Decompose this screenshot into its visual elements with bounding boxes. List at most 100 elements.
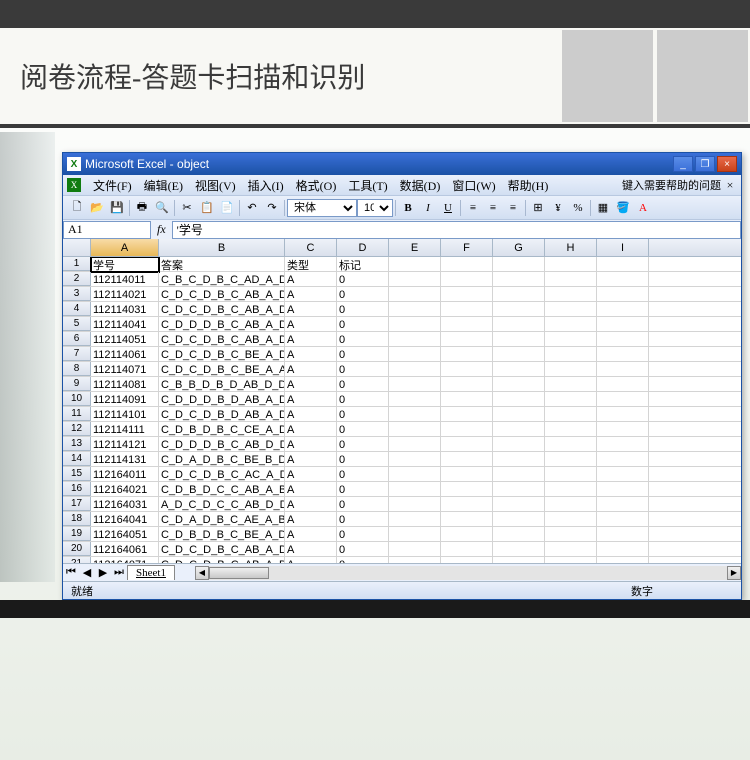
row-header[interactable]: 3 xyxy=(63,287,91,301)
cell[interactable]: A xyxy=(285,347,337,362)
cell[interactable]: 112114131 xyxy=(91,452,159,467)
cell[interactable] xyxy=(441,272,493,287)
cell[interactable]: 0 xyxy=(337,527,389,542)
row-header[interactable]: 4 xyxy=(63,302,91,316)
cell[interactable] xyxy=(389,512,441,527)
cell[interactable]: A xyxy=(285,362,337,377)
cell[interactable] xyxy=(597,497,649,512)
cell[interactable]: A xyxy=(285,452,337,467)
cell[interactable]: C_D_B_D_C_C_AB_A_B_B xyxy=(159,482,285,497)
align-right-icon[interactable]: ≡ xyxy=(504,199,522,217)
cell[interactable]: 112164041 xyxy=(91,512,159,527)
cell[interactable] xyxy=(545,332,597,347)
cell[interactable]: 0 xyxy=(337,497,389,512)
cell[interactable]: 0 xyxy=(337,557,389,563)
cell[interactable] xyxy=(441,317,493,332)
cell[interactable] xyxy=(597,362,649,377)
cell[interactable]: A_D_C_D_C_C_AB_D_D_B xyxy=(159,497,285,512)
cell[interactable] xyxy=(493,287,545,302)
cell[interactable] xyxy=(597,527,649,542)
cell[interactable] xyxy=(545,467,597,482)
cell[interactable]: 答案 xyxy=(159,257,285,272)
cell[interactable]: 0 xyxy=(337,392,389,407)
cell[interactable]: 112114011 xyxy=(91,272,159,287)
cell[interactable] xyxy=(545,347,597,362)
row-header[interactable]: 11 xyxy=(63,407,91,421)
menu-item[interactable]: 文件(F) xyxy=(87,178,138,194)
cell[interactable] xyxy=(389,302,441,317)
cell[interactable]: C_D_C_D_B_C_AB_A_D_D xyxy=(159,287,285,302)
fx-label[interactable]: fx xyxy=(151,222,172,237)
cell[interactable]: A xyxy=(285,332,337,347)
cell[interactable] xyxy=(545,392,597,407)
cell[interactable]: C_D_B_D_B_C_BE_A_D_B xyxy=(159,527,285,542)
cell[interactable] xyxy=(441,497,493,512)
cell[interactable] xyxy=(389,272,441,287)
cell[interactable] xyxy=(493,497,545,512)
cell[interactable] xyxy=(597,467,649,482)
cell[interactable]: 0 xyxy=(337,362,389,377)
cell[interactable]: 112114091 xyxy=(91,392,159,407)
fill-color-icon[interactable]: 🪣 xyxy=(614,199,632,217)
cell[interactable] xyxy=(389,482,441,497)
cell[interactable]: 学号 xyxy=(91,257,159,272)
cell[interactable]: 0 xyxy=(337,347,389,362)
cell[interactable]: A xyxy=(285,527,337,542)
help-search-label[interactable]: 键入需要帮助的问题 xyxy=(622,177,721,193)
undo-icon[interactable]: ↶ xyxy=(243,199,261,217)
cell[interactable]: 112114051 xyxy=(91,332,159,347)
cell[interactable]: C_D_C_D_B_C_AB_A_D_B xyxy=(159,332,285,347)
print-icon[interactable]: 🖶 xyxy=(133,199,151,217)
cell[interactable]: 0 xyxy=(337,437,389,452)
cell[interactable]: 112164031 xyxy=(91,497,159,512)
cell[interactable] xyxy=(597,422,649,437)
hscroll-right-arrow-icon[interactable]: ▶ xyxy=(727,566,741,580)
cell[interactable] xyxy=(545,257,597,272)
column-header[interactable]: E xyxy=(389,239,441,256)
column-header[interactable]: C xyxy=(285,239,337,256)
cell[interactable] xyxy=(545,512,597,527)
cell[interactable] xyxy=(545,287,597,302)
sheet-tab-sheet1[interactable]: Sheet1 xyxy=(127,565,175,580)
cell[interactable] xyxy=(493,272,545,287)
cell[interactable] xyxy=(493,452,545,467)
cell[interactable] xyxy=(493,362,545,377)
cell[interactable]: 112114111 xyxy=(91,422,159,437)
row-header[interactable]: 9 xyxy=(63,377,91,391)
save-icon[interactable]: 💾 xyxy=(108,199,126,217)
cell[interactable]: 112164071 xyxy=(91,557,159,563)
menu-item[interactable]: 窗口(W) xyxy=(446,178,501,194)
cell[interactable] xyxy=(597,302,649,317)
open-file-icon[interactable]: 📂 xyxy=(88,199,106,217)
cell[interactable] xyxy=(441,362,493,377)
merge-icon[interactable]: ⊞ xyxy=(529,199,547,217)
cell[interactable]: 112114061 xyxy=(91,347,159,362)
row-header[interactable]: 18 xyxy=(63,512,91,526)
menu-item[interactable]: 工具(T) xyxy=(342,178,393,194)
cell[interactable]: 0 xyxy=(337,467,389,482)
cell[interactable] xyxy=(493,407,545,422)
cell[interactable] xyxy=(545,527,597,542)
cell[interactable]: 0 xyxy=(337,512,389,527)
cell[interactable]: A xyxy=(285,287,337,302)
font-color-icon[interactable]: A xyxy=(634,199,652,217)
cell[interactable]: C_D_B_D_B_C_CE_A_D_B xyxy=(159,422,285,437)
cell[interactable]: C_D_C_D_B_C_AB_A_D_B xyxy=(159,542,285,557)
row-header[interactable]: 20 xyxy=(63,542,91,556)
cell[interactable] xyxy=(389,377,441,392)
cell[interactable] xyxy=(545,557,597,563)
cell[interactable]: C_D_A_D_B_C_AE_A_B_B xyxy=(159,512,285,527)
cell[interactable] xyxy=(441,302,493,317)
cell[interactable] xyxy=(389,332,441,347)
cell[interactable] xyxy=(389,407,441,422)
cell[interactable] xyxy=(597,482,649,497)
preview-icon[interactable]: 🔍 xyxy=(153,199,171,217)
cell[interactable] xyxy=(545,272,597,287)
cell[interactable]: 0 xyxy=(337,302,389,317)
workbook-close-button[interactable]: × xyxy=(723,178,737,193)
cell[interactable]: A xyxy=(285,437,337,452)
row-header[interactable]: 10 xyxy=(63,392,91,406)
cell[interactable] xyxy=(389,347,441,362)
hscroll-thumb[interactable] xyxy=(209,567,269,579)
cell[interactable]: 0 xyxy=(337,377,389,392)
